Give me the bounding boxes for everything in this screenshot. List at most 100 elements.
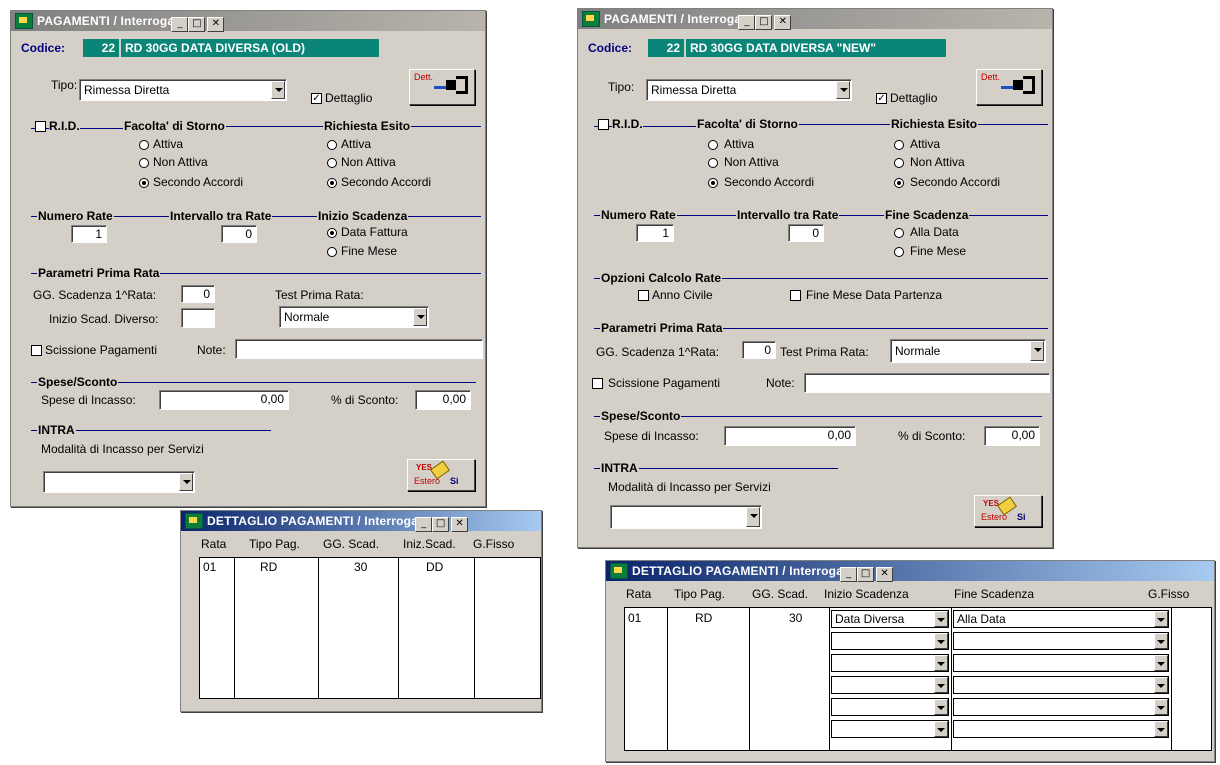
fine-scadenza-select[interactable] [953, 654, 1169, 672]
inizio-scadenza-select[interactable] [831, 698, 949, 716]
inizio-diverso-input[interactable] [181, 308, 215, 328]
chevron-down-icon[interactable] [1154, 677, 1168, 693]
chevron-down-icon[interactable] [836, 81, 850, 99]
chevron-down-icon[interactable] [1154, 699, 1168, 715]
estero-button[interactable]: YES Estero Si [407, 459, 475, 491]
detail-title-bar[interactable]: DETTAGLIO PAGAMENTI / Interroga _ □ ✕ [606, 561, 1214, 582]
scissione-checkbox[interactable] [31, 345, 42, 356]
note-input[interactable] [235, 339, 483, 359]
chevron-down-icon[interactable] [1154, 655, 1168, 671]
esito-non-attiva-radio[interactable] [894, 158, 904, 168]
gg-scadenza-input[interactable]: 0 [181, 285, 215, 303]
chevron-down-icon[interactable] [1154, 633, 1168, 649]
inizio-scadenza-select[interactable]: Data Diversa [831, 610, 949, 628]
codice-number[interactable]: 22 [648, 39, 684, 57]
fine-scadenza-select[interactable] [953, 720, 1169, 738]
minimize-button[interactable]: _ [738, 14, 756, 30]
esito-attiva-radio[interactable] [327, 140, 337, 150]
tipo-select[interactable]: Rimessa Diretta [646, 79, 852, 101]
numero-rate-input[interactable]: 1 [636, 224, 674, 242]
title-bar[interactable]: PAGAMENTI / Interroga _ □ ✕ [578, 9, 1052, 30]
cell-rata[interactable]: 01 [203, 560, 216, 574]
maximize-button[interactable]: □ [432, 516, 450, 532]
minimize-button[interactable]: _ [415, 516, 433, 532]
modalita-select[interactable] [43, 471, 195, 493]
cell-gg[interactable]: 30 [789, 611, 802, 625]
maximize-button[interactable]: □ [857, 566, 875, 582]
fine-mese-radio[interactable] [894, 247, 904, 257]
chevron-down-icon[interactable] [1030, 341, 1044, 361]
fine-scadenza-select[interactable] [953, 676, 1169, 694]
gg-scadenza-input[interactable]: 0 [742, 341, 776, 359]
chevron-down-icon[interactable] [179, 473, 193, 491]
scissione-checkbox[interactable] [592, 378, 603, 389]
maximize-button[interactable]: □ [755, 14, 773, 30]
modalita-select[interactable] [610, 505, 762, 529]
spese-incasso-input[interactable]: 0,00 [724, 426, 856, 446]
chevron-down-icon[interactable] [934, 611, 948, 627]
anno-civile-checkbox[interactable] [638, 290, 649, 301]
test-prima-select[interactable]: Normale [890, 339, 1046, 363]
esito-secondo-radio[interactable] [327, 178, 337, 188]
minimize-button[interactable]: _ [840, 566, 858, 582]
note-input[interactable] [804, 373, 1050, 393]
estero-button[interactable]: YES Estero Si [974, 495, 1042, 527]
numero-rate-input[interactable]: 1 [71, 225, 107, 243]
intervallo-input[interactable]: 0 [221, 225, 257, 243]
tipo-select[interactable]: Rimessa Diretta [79, 79, 287, 101]
maximize-button[interactable]: □ [188, 16, 206, 32]
codice-number[interactable]: 22 [83, 39, 119, 57]
intervallo-input[interactable]: 0 [788, 224, 824, 242]
codice-description[interactable]: RD 30GG DATA DIVERSA (OLD) [121, 39, 379, 57]
close-button[interactable]: ✕ [876, 566, 894, 582]
chevron-down-icon[interactable] [1154, 721, 1168, 737]
esito-secondo-radio[interactable] [894, 178, 904, 188]
title-bar[interactable]: PAGAMENTI / Interroga _ □ ✕ [11, 11, 485, 32]
inizio-scadenza-select[interactable] [831, 654, 949, 672]
dett-button[interactable]: Dett. [409, 69, 475, 105]
storno-non-attiva-radio[interactable] [139, 158, 149, 168]
sconto-input[interactable]: 0,00 [984, 426, 1040, 446]
storno-attiva-radio[interactable] [708, 140, 718, 150]
storno-non-attiva-radio[interactable] [708, 158, 718, 168]
chevron-down-icon[interactable] [271, 81, 285, 99]
cell-tipo[interactable]: RD [695, 611, 712, 625]
fine-scadenza-select[interactable] [953, 698, 1169, 716]
esito-attiva-radio[interactable] [894, 140, 904, 150]
fine-mese-radio[interactable] [327, 247, 337, 257]
dettaglio-checkbox[interactable]: ✓ [876, 93, 887, 104]
chevron-down-icon[interactable] [934, 721, 948, 737]
cell-gg[interactable]: 30 [354, 560, 367, 574]
esito-non-attiva-radio[interactable] [327, 158, 337, 168]
inizio-scadenza-select[interactable] [831, 676, 949, 694]
chevron-down-icon[interactable] [746, 507, 760, 527]
cell-iniz[interactable]: DD [426, 560, 443, 574]
sconto-input[interactable]: 0,00 [415, 390, 471, 410]
dettaglio-checkbox[interactable]: ✓ [311, 93, 322, 104]
fine-scadenza-select[interactable] [953, 632, 1169, 650]
fine-mese-partenza-checkbox[interactable] [790, 290, 801, 301]
close-button[interactable]: ✕ [207, 16, 225, 32]
storno-attiva-radio[interactable] [139, 140, 149, 150]
codice-description[interactable]: RD 30GG DATA DIVERSA "NEW" [686, 39, 946, 57]
close-button[interactable]: ✕ [774, 14, 792, 30]
cell-tipo[interactable]: RD [260, 560, 277, 574]
inizio-scadenza-select[interactable] [831, 632, 949, 650]
dett-button[interactable]: Dett. [976, 69, 1042, 105]
chevron-down-icon[interactable] [934, 655, 948, 671]
alla-data-radio[interactable] [894, 228, 904, 238]
test-prima-select[interactable]: Normale [279, 306, 429, 328]
fine-scadenza-select[interactable]: Alla Data [953, 610, 1169, 628]
rid-checkbox[interactable] [35, 121, 46, 132]
rid-checkbox[interactable] [598, 119, 609, 130]
data-fattura-radio[interactable] [327, 228, 337, 238]
chevron-down-icon[interactable] [1154, 611, 1168, 627]
storno-secondo-radio[interactable] [708, 178, 718, 188]
chevron-down-icon[interactable] [934, 633, 948, 649]
chevron-down-icon[interactable] [413, 308, 427, 326]
cell-rata[interactable]: 01 [628, 611, 641, 625]
detail-title-bar[interactable]: DETTAGLIO PAGAMENTI / Interroga _ □ ✕ [181, 511, 541, 532]
chevron-down-icon[interactable] [934, 677, 948, 693]
minimize-button[interactable]: _ [171, 16, 189, 32]
spese-incasso-input[interactable]: 0,00 [159, 390, 289, 410]
